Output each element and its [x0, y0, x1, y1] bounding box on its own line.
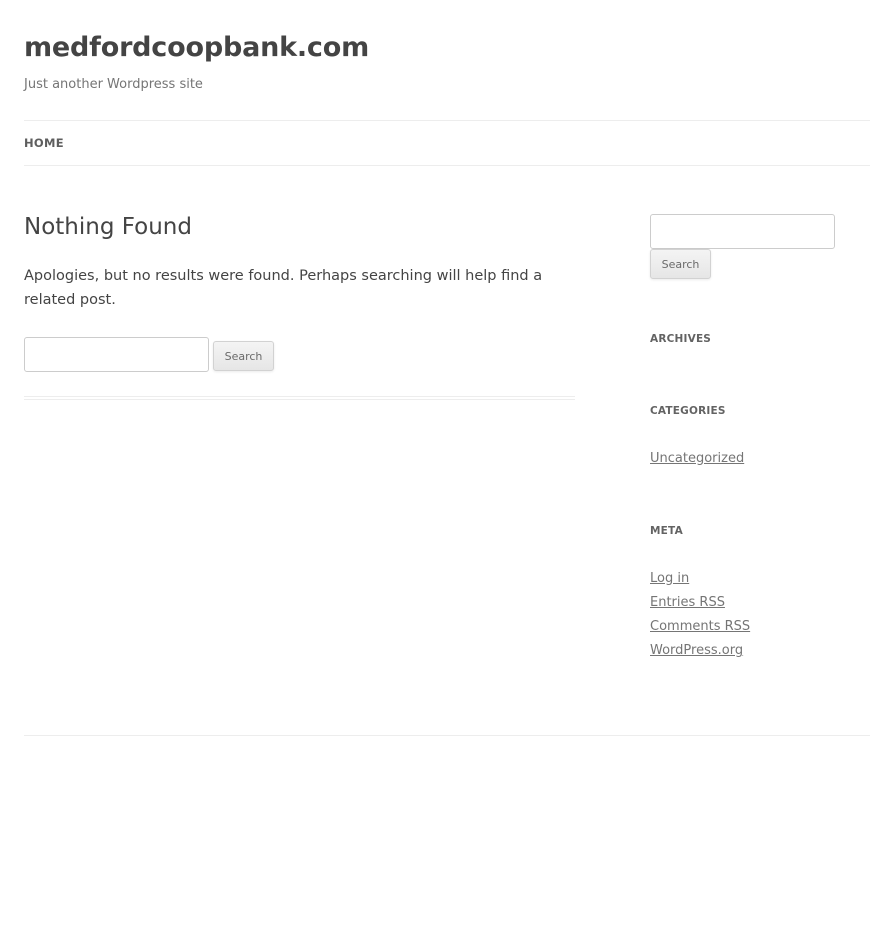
site-tagline: Just another Wordpress site	[24, 77, 203, 92]
search-input[interactable]	[24, 337, 209, 372]
category-link-uncategorized[interactable]: Uncategorized	[650, 450, 744, 468]
content-divider	[24, 399, 575, 400]
sidebar-search-button[interactable]: Search	[650, 249, 711, 279]
nav-item-home[interactable]: HOME	[24, 136, 64, 150]
meta-link-log-in[interactable]: Log in	[650, 570, 689, 588]
meta-link-comments-rss[interactable]: Comments RSS	[650, 618, 750, 636]
site-title[interactable]: medfordcoopbank.com	[24, 30, 369, 66]
content-divider	[24, 396, 575, 397]
meta-link-entries-rss[interactable]: Entries RSS	[650, 594, 725, 612]
categories-heading: CATEGORIES	[650, 405, 726, 417]
meta-link-wordpress-org[interactable]: WordPress.org	[650, 642, 743, 660]
nav-divider-bottom	[24, 165, 870, 166]
no-results-message: Apologies, but no results were found. Pe…	[24, 268, 543, 308]
footer-divider	[24, 735, 870, 736]
nav-divider-top	[24, 120, 870, 121]
search-button[interactable]: Search	[213, 341, 274, 371]
page-title: Nothing Found	[24, 214, 192, 240]
meta-heading: META	[650, 525, 683, 537]
archives-heading: ARCHIVES	[650, 333, 712, 345]
sidebar-search-input[interactable]	[650, 214, 835, 249]
